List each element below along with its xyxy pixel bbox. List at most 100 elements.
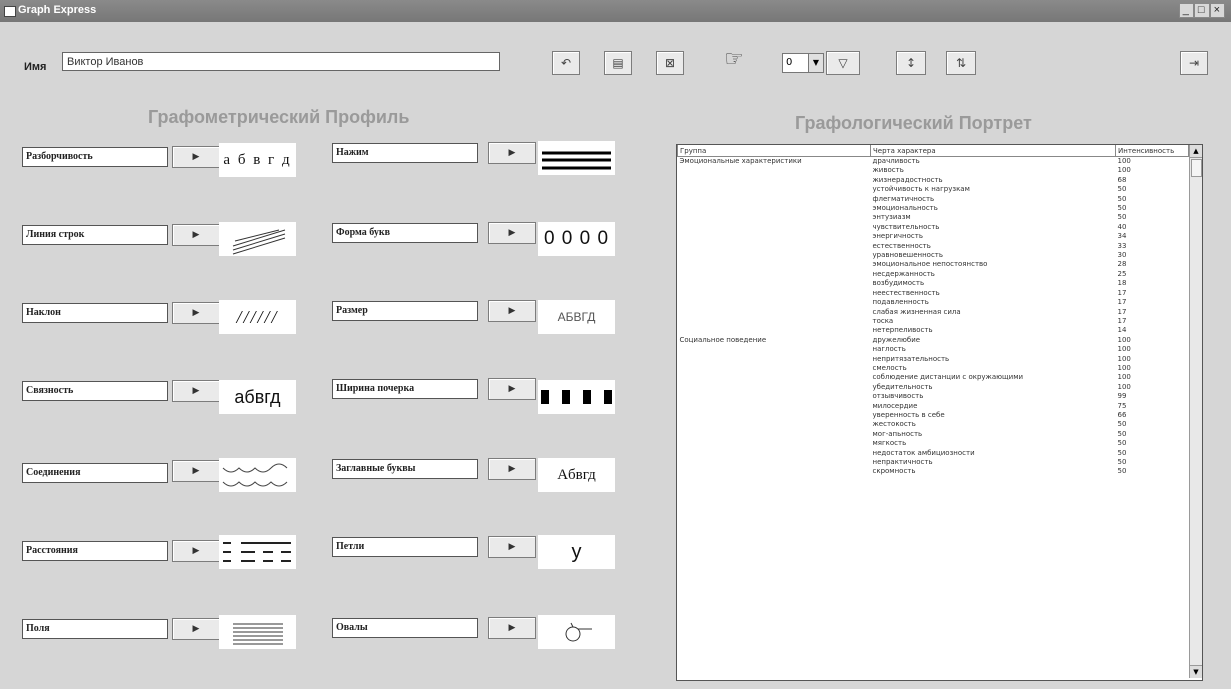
cell-intensity: 75 <box>1117 401 1127 410</box>
loops-arrow-button[interactable]: ▶ <box>488 536 536 558</box>
cell-group <box>678 195 871 204</box>
cell-intensity: 50 <box>1117 420 1127 429</box>
table-row[interactable]: нетерпеливость 14 <box>678 326 1189 335</box>
table-row[interactable]: уравновешенность 30 <box>678 251 1189 260</box>
table-row[interactable]: мягкость 50 <box>678 439 1189 448</box>
filter-button[interactable]: ▽ <box>826 51 860 75</box>
exit-button[interactable]: ⇥ <box>1180 51 1208 75</box>
table-row[interactable]: чувствительность 40 <box>678 223 1189 232</box>
scroll-down-icon[interactable]: ▼ <box>1190 665 1202 678</box>
table-row[interactable]: эмоциональное непостоянство 28 <box>678 260 1189 269</box>
table-row[interactable]: недостаток амбициозности 50 <box>678 449 1189 458</box>
cell-intensity: 50 <box>1117 204 1127 213</box>
letter-shape-arrow-button[interactable]: ▶ <box>488 222 536 244</box>
table-row[interactable]: непрактичность 50 <box>678 458 1189 467</box>
print-button[interactable]: ▤ <box>604 51 632 75</box>
slant-arrow-button[interactable]: ▶ <box>172 302 220 324</box>
table-row[interactable]: наглость 100 <box>678 345 1189 354</box>
table-row[interactable]: жестокость 50 <box>678 420 1189 429</box>
table-row[interactable]: флегматичность 50 <box>678 195 1189 204</box>
minimize-button[interactable]: _ <box>1178 3 1194 18</box>
capital-letters-arrow-button[interactable]: ▶ <box>488 458 536 480</box>
line-of-rows-arrow-button[interactable]: ▶ <box>172 224 220 246</box>
cell-group <box>678 355 871 364</box>
cell-intensity: 100 <box>1117 354 1131 363</box>
sort-ascending-icon: ↕ <box>905 56 917 70</box>
table-row[interactable]: непритязательность 100 <box>678 355 1189 364</box>
spacing-arrow-button[interactable]: ▶ <box>172 540 220 562</box>
table-row[interactable]: Социальное поведение дружелюбие 100 <box>678 336 1189 345</box>
table-row[interactable]: соблюдение дистанции с окружающими 100 <box>678 373 1189 382</box>
profile-field-slant[interactable]: Наклон <box>22 303 168 323</box>
sort-descending-button[interactable]: ⇅ <box>946 51 976 75</box>
profile-field-letter-shape[interactable]: Форма букв <box>332 223 478 243</box>
profile-field-connectedness[interactable]: Связность <box>22 381 168 401</box>
size-arrow-button[interactable]: ▶ <box>488 300 536 322</box>
cell-trait: наглость <box>872 345 906 354</box>
profile-field-pressure[interactable]: Нажим <box>332 143 478 163</box>
undo-button[interactable]: ↶ <box>552 51 580 75</box>
traits-table[interactable]: Группа Черта характера Интенсивность Эмо… <box>676 144 1203 681</box>
table-row[interactable]: убедительность 100 <box>678 383 1189 392</box>
table-row[interactable]: энтузиазм 50 <box>678 213 1189 222</box>
table-row[interactable]: естественность 33 <box>678 242 1189 251</box>
margins-arrow-button[interactable]: ▶ <box>172 618 220 640</box>
spacing-sample <box>219 535 296 569</box>
maximize-button[interactable]: □ <box>1193 3 1210 18</box>
vertical-scrollbar[interactable]: ▲ ▼ <box>1189 145 1202 678</box>
printer-icon: ▤ <box>612 56 624 70</box>
scroll-up-icon[interactable]: ▲ <box>1190 145 1202 158</box>
column-header-group[interactable]: Группа <box>677 145 871 157</box>
handwriting-width-arrow-button[interactable]: ▶ <box>488 378 536 400</box>
table-row[interactable]: возбудимость 18 <box>678 279 1189 288</box>
table-row[interactable]: милосердие 75 <box>678 402 1189 411</box>
scroll-thumb[interactable] <box>1191 159 1202 177</box>
table-row[interactable]: слабая жизненная сила 17 <box>678 308 1189 317</box>
profile-field-line-of-rows[interactable]: Линия строк <box>22 225 168 245</box>
legibility-arrow-button[interactable]: ▶ <box>172 146 220 168</box>
table-row[interactable]: отзывчивость 99 <box>678 392 1189 401</box>
profile-field-connections[interactable]: Соединения <box>22 463 168 483</box>
table-row[interactable]: живость 100 <box>678 166 1189 175</box>
table-row[interactable]: несдержанность 25 <box>678 270 1189 279</box>
table-row[interactable]: скромность 50 <box>678 467 1189 476</box>
ovals-arrow-button[interactable]: ▶ <box>488 617 536 639</box>
name-field[interactable]: Виктор Иванов <box>62 52 500 71</box>
profile-field-ovals[interactable]: Овалы <box>332 618 478 638</box>
profile-field-capital-letters[interactable]: Заглавные буквы <box>332 459 478 479</box>
table-row[interactable]: Эмоциональные характеристики драчливость 1… <box>678 157 1189 167</box>
profile-field-size[interactable]: Размер <box>332 301 478 321</box>
profile-field-legibility[interactable]: Разборчивость <box>22 147 168 167</box>
cell-trait: нетерпеливость <box>872 326 933 335</box>
column-header-trait[interactable]: Черта характера <box>870 145 1116 157</box>
table-row[interactable]: устойчивость к нагрузкам 50 <box>678 185 1189 194</box>
connections-arrow-button[interactable]: ▶ <box>172 460 220 482</box>
chevron-down-icon[interactable]: ▼ <box>808 54 823 72</box>
sort-ascending-button[interactable]: ↕ <box>896 51 926 75</box>
table-row[interactable]: жизнерадостность 68 <box>678 176 1189 185</box>
connectedness-arrow-button[interactable]: ▶ <box>172 380 220 402</box>
close-button[interactable]: × <box>1209 3 1225 18</box>
level-select[interactable]: 0 ▼ <box>782 53 824 73</box>
table-row[interactable]: тоска 17 <box>678 317 1189 326</box>
column-header-intensity[interactable]: Интенсивность <box>1115 145 1189 157</box>
cell-intensity: 100 <box>1117 373 1131 382</box>
table-row[interactable]: энергичность 34 <box>678 232 1189 241</box>
table-row[interactable]: смелость 100 <box>678 364 1189 373</box>
pointer-button[interactable]: ☞ <box>712 48 756 72</box>
table-row[interactable]: уверенность в себе 66 <box>678 411 1189 420</box>
table-row[interactable]: эмоциональность 50 <box>678 204 1189 213</box>
profile-field-loops[interactable]: Петли <box>332 537 478 557</box>
table-row[interactable]: неестественность 17 <box>678 289 1189 298</box>
cell-intensity: 50 <box>1117 467 1127 476</box>
profile-field-margins[interactable]: Поля <box>22 619 168 639</box>
table-row[interactable]: подавленность 17 <box>678 298 1189 307</box>
profile-field-spacing[interactable]: Расстояния <box>22 541 168 561</box>
profile-field-handwriting-width[interactable]: Ширина почерка <box>332 379 478 399</box>
cell-group <box>678 317 871 326</box>
cell-group: Эмоциональные характеристики <box>679 157 802 165</box>
cell-trait: мягкость <box>872 439 907 448</box>
export-button[interactable]: ⊠ <box>656 51 684 75</box>
table-row[interactable]: мог-апьность 50 <box>678 430 1189 439</box>
pressure-arrow-button[interactable]: ▶ <box>488 142 536 164</box>
